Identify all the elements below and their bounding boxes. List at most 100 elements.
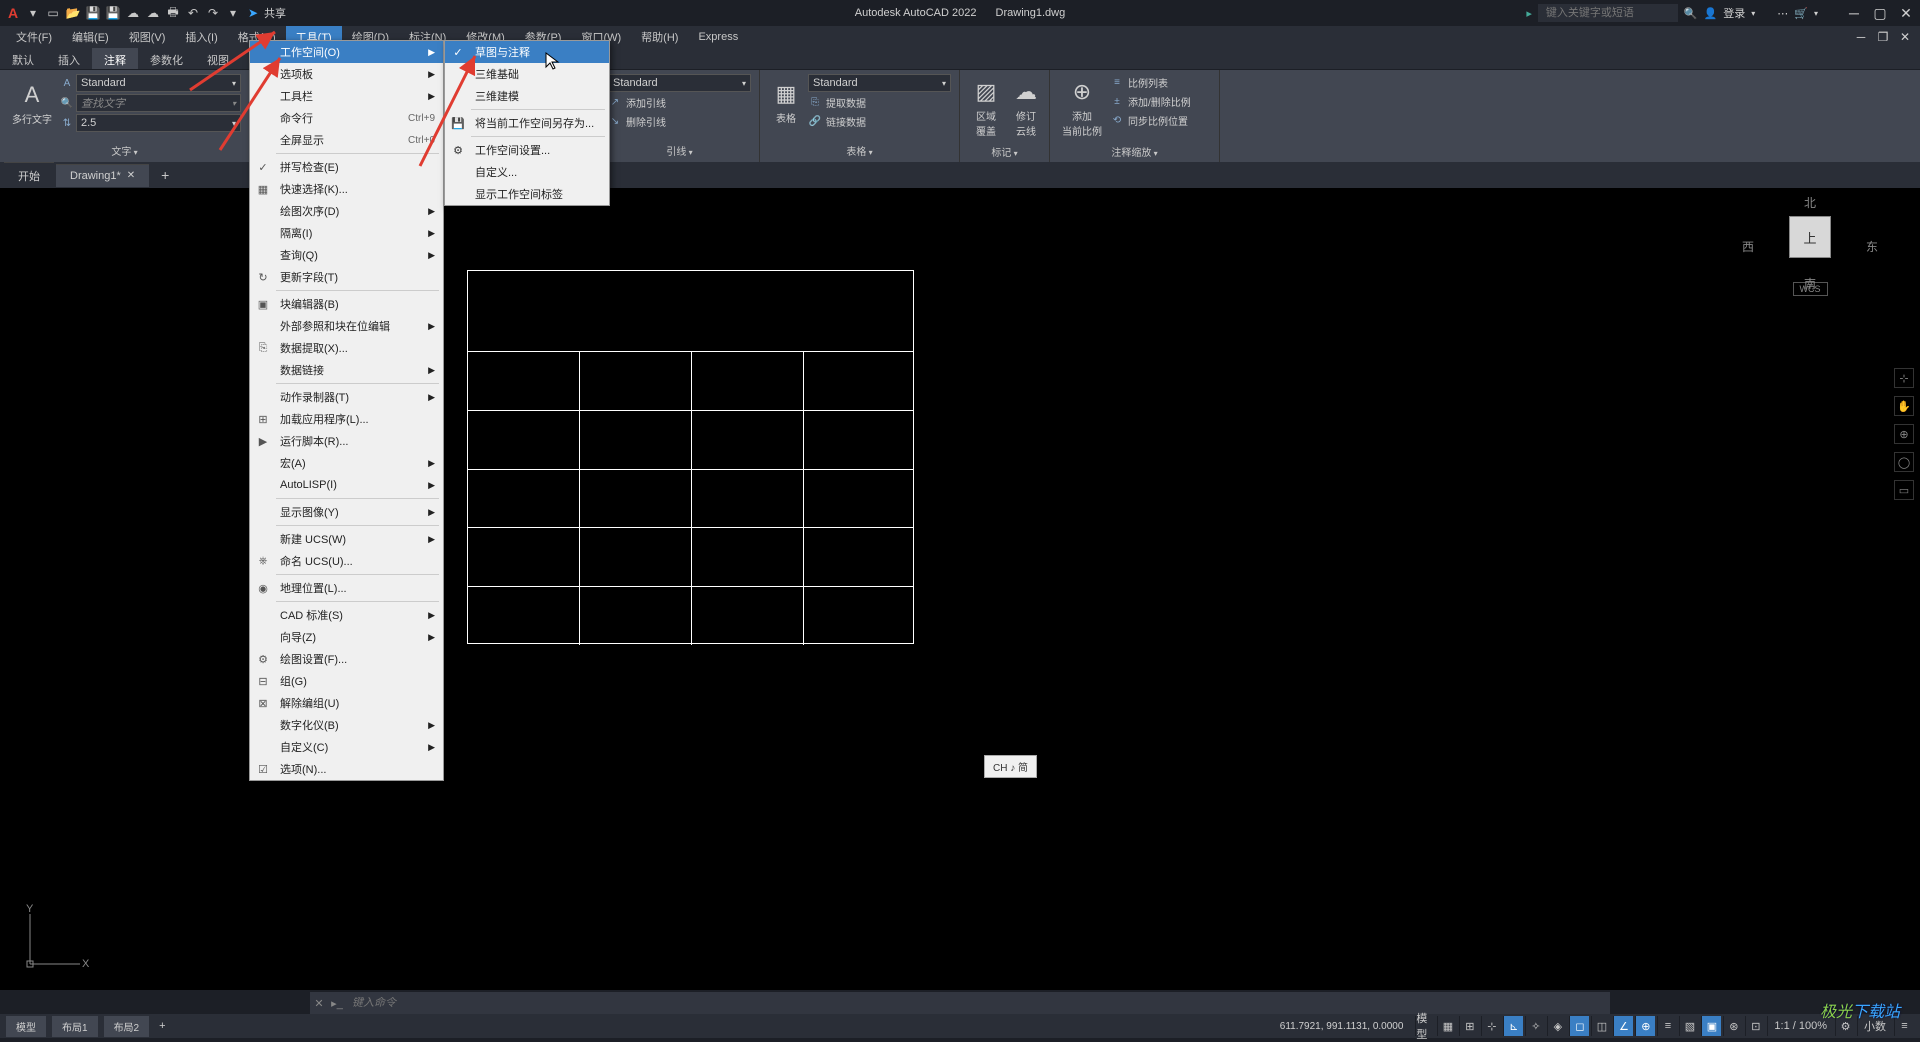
web-save-icon[interactable]: ☁ xyxy=(144,4,162,22)
app-exchange-icon[interactable]: ⋯ xyxy=(1777,7,1788,20)
otrack-toggle[interactable]: ∠ xyxy=(1613,1016,1633,1036)
tools-menu-item[interactable]: 外部参照和块在位编辑▶ xyxy=(250,315,443,337)
add-layout-button[interactable]: + xyxy=(159,1020,165,1032)
model-tab[interactable]: 模型 xyxy=(6,1016,46,1037)
tools-menu-item[interactable]: 自定义(C)▶ xyxy=(250,736,443,758)
tools-menu-item[interactable]: ⎈命名 UCS(U)... xyxy=(250,550,443,572)
tools-menu-item[interactable]: ⊠解除编组(U) xyxy=(250,692,443,714)
help-dropdown-icon[interactable]: ▾ xyxy=(1814,9,1818,18)
save-icon[interactable]: 💾 xyxy=(84,4,102,22)
doc-minimize-icon[interactable]: ─ xyxy=(1852,30,1870,44)
autocad-logo-icon[interactable]: A xyxy=(4,4,22,22)
sync-scale-button[interactable]: ⟲同步比例位置 xyxy=(1110,112,1191,129)
ribbon-tab-parametric[interactable]: 参数化 xyxy=(138,48,195,69)
tablestyle-combo[interactable]: Standard xyxy=(808,74,951,92)
tools-menu-item[interactable]: 查询(Q)▶ xyxy=(250,244,443,266)
ortho-toggle[interactable]: ⊾ xyxy=(1503,1016,1523,1036)
revcloud-button[interactable]: ☁修订 云线 xyxy=(1008,74,1044,142)
panel-title-markup[interactable]: 标记 xyxy=(968,142,1041,159)
tools-menu-item[interactable]: ▶运行脚本(R)... xyxy=(250,430,443,452)
panel-title-leader[interactable]: 引线 xyxy=(608,141,751,158)
cmd-close-icon[interactable]: ✕ xyxy=(310,997,328,1010)
info-icon[interactable]: ▸ xyxy=(1526,7,1532,20)
showmotion-icon[interactable]: ▭ xyxy=(1894,480,1914,500)
infer-toggle[interactable]: ⊹ xyxy=(1481,1016,1501,1036)
maximize-icon[interactable]: ▢ xyxy=(1870,5,1890,22)
user-icon[interactable]: 👤 xyxy=(1704,7,1718,20)
wipeout-button[interactable]: ▨区域覆盖 xyxy=(968,74,1004,142)
menu-express[interactable]: Express xyxy=(688,28,748,46)
tools-menu-item[interactable]: AutoLISP(I)▶ xyxy=(250,474,443,496)
full-nav-icon[interactable]: ⊹ xyxy=(1894,368,1914,388)
quickprops-toggle[interactable]: ⊡ xyxy=(1745,1016,1765,1036)
workspace-menu-item[interactable]: 显示工作空间标签 xyxy=(445,183,609,205)
tools-menu-item[interactable]: 绘图次序(D)▶ xyxy=(250,200,443,222)
scale-list-button[interactable]: ≡比例列表 xyxy=(1110,74,1191,91)
tools-menu-item[interactable]: 宏(A)▶ xyxy=(250,452,443,474)
tools-menu-item[interactable]: ↻更新字段(T) xyxy=(250,266,443,288)
panel-title-text[interactable]: 文字 xyxy=(8,141,241,158)
osnap-toggle[interactable]: ◻ xyxy=(1569,1016,1589,1036)
dyninput-toggle[interactable]: ⊕ xyxy=(1635,1016,1655,1036)
add-scale-button[interactable]: ⊕添加 当前比例 xyxy=(1058,74,1106,142)
iso-toggle[interactable]: ◈ xyxy=(1547,1016,1567,1036)
transparency-toggle[interactable]: ▧ xyxy=(1679,1016,1699,1036)
3dosnap-toggle[interactable]: ◫ xyxy=(1591,1016,1611,1036)
doc-restore-icon[interactable]: ❐ xyxy=(1874,30,1892,44)
tools-menu-item[interactable]: ◉地理位置(L)... xyxy=(250,577,443,599)
search-input[interactable] xyxy=(1538,4,1678,22)
viewcube[interactable]: 北 西 东 上 南 WCS xyxy=(1760,198,1860,308)
saveas-icon[interactable]: 💾 xyxy=(104,4,122,22)
new-tab-button[interactable]: + xyxy=(151,163,179,187)
table-button[interactable]: ▦ 表格 xyxy=(768,74,804,130)
tools-menu-item[interactable]: ⊞加载应用程序(L)... xyxy=(250,408,443,430)
workspace-menu-item[interactable]: 💾将当前工作空间另存为... xyxy=(445,112,609,134)
cart-icon[interactable]: 🛒 xyxy=(1794,7,1808,20)
tools-menu-item[interactable]: ✓拼写检查(E) xyxy=(250,156,443,178)
mtext-button[interactable]: A 多行文字 xyxy=(8,74,56,132)
workspace-menu-item[interactable]: 三维建模 xyxy=(445,85,609,107)
tools-menu-item[interactable]: ☑选项(N)... xyxy=(250,758,443,780)
ribbon-tab-insert[interactable]: 插入 xyxy=(46,48,92,69)
tools-menu-item[interactable]: 全屏显示Ctrl+0 xyxy=(250,129,443,151)
share-icon[interactable]: ➤ xyxy=(244,4,262,22)
share-label[interactable]: 共享 xyxy=(264,5,286,21)
tools-menu-item[interactable]: CAD 标准(S)▶ xyxy=(250,604,443,626)
leader-style-combo[interactable]: Standard xyxy=(608,74,751,92)
orbit-icon[interactable]: ◯ xyxy=(1894,452,1914,472)
textstyle-combo[interactable]: Standard xyxy=(76,74,241,92)
menu-edit[interactable]: 编辑(E) xyxy=(62,26,119,48)
minimize-icon[interactable]: ─ xyxy=(1844,5,1864,22)
workspace-menu-item[interactable]: 三维基础 xyxy=(445,63,609,85)
lineweight-toggle[interactable]: ≡ xyxy=(1657,1016,1677,1036)
menu-file[interactable]: 文件(F) xyxy=(6,26,62,48)
redo-icon[interactable]: ↷ xyxy=(204,4,222,22)
textheight-combo[interactable]: 2.5 xyxy=(76,114,241,132)
web-open-icon[interactable]: ☁ xyxy=(124,4,142,22)
tab-close-icon[interactable]: ✕ xyxy=(127,170,135,181)
qat-dropdown-icon[interactable]: ▾ xyxy=(224,4,242,22)
panel-title-table[interactable]: 表格 xyxy=(768,141,951,158)
layout1-tab[interactable]: 布局1 xyxy=(52,1016,98,1037)
ribbon-tab-annotate[interactable]: 注释 xyxy=(92,48,138,69)
add-del-scale-button[interactable]: ±添加/删除比例 xyxy=(1110,93,1191,110)
undo-icon[interactable]: ↶ xyxy=(184,4,202,22)
modelspace-toggle[interactable]: 模型 xyxy=(1415,1016,1435,1036)
tools-menu-item[interactable]: 数据链接▶ xyxy=(250,359,443,381)
drawing-tab[interactable]: Drawing1* ✕ xyxy=(56,164,149,187)
zoom-icon[interactable]: ⊕ xyxy=(1894,424,1914,444)
tools-menu-item[interactable]: 新建 UCS(W)▶ xyxy=(250,528,443,550)
pan-icon[interactable]: ✋ xyxy=(1894,396,1914,416)
tools-menu-item[interactable]: 工作空间(O)▶ xyxy=(250,41,443,63)
snap-toggle[interactable]: ⊞ xyxy=(1459,1016,1479,1036)
start-tab[interactable]: 开始 xyxy=(4,162,54,189)
tools-menu-item[interactable]: ⎘数据提取(X)... xyxy=(250,337,443,359)
tools-menu-item[interactable]: 显示图像(Y)▶ xyxy=(250,501,443,523)
plot-icon[interactable]: 🖶 xyxy=(164,4,182,22)
tools-menu-item[interactable]: 工具栏▶ xyxy=(250,85,443,107)
link-data-button[interactable]: 🔗链接数据 xyxy=(808,113,951,130)
polar-toggle[interactable]: ✧ xyxy=(1525,1016,1545,1036)
workspace-menu-item[interactable]: ⚙工作空间设置... xyxy=(445,139,609,161)
tools-menu-item[interactable]: 向导(Z)▶ xyxy=(250,626,443,648)
tools-menu-item[interactable]: 选项板▶ xyxy=(250,63,443,85)
